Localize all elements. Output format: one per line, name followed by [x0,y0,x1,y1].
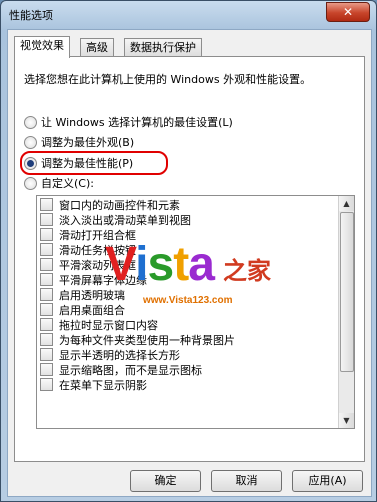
title-bar[interactable]: 性能选项 ✕ [1,1,376,27]
checkbox[interactable] [40,258,53,271]
radio-label: 调整为最佳外观(B) [41,136,135,149]
checkbox[interactable] [40,378,53,391]
radio-let-windows-choose[interactable]: 让 Windows 选择计算机的最佳设置(L) [24,115,233,129]
radio-label: 自定义(C): [41,177,94,190]
radio-button-icon[interactable] [24,135,37,149]
scroll-up-icon[interactable]: ▲ [339,196,354,211]
radio-button-icon[interactable] [24,115,37,129]
visual-effects-panel: 选择您想在此计算机上使用的 Windows 外观和性能设置。 让 Windows… [14,56,365,462]
window-title: 性能选项 [9,9,53,22]
panel-description: 选择您想在此计算机上使用的 Windows 外观和性能设置。 [24,73,312,86]
watermark-brand: Vista [105,237,215,292]
list-item-label: 显示缩略图，而不是显示图标 [59,363,202,377]
checkbox[interactable] [40,363,53,376]
list-item-label: 淡入淡出或滑动菜单到视图 [59,213,191,227]
scroll-thumb[interactable] [340,212,354,372]
tab-advanced[interactable]: 高级 [80,38,114,57]
checkbox[interactable] [40,288,53,301]
close-button[interactable]: ✕ [326,2,370,22]
watermark-letter: a [188,238,215,291]
checkbox[interactable] [40,333,53,346]
radio-best-appearance[interactable]: 调整为最佳外观(B) [24,135,134,149]
checkbox[interactable] [40,243,53,256]
list-item[interactable]: 显示缩略图，而不是显示图标 [37,362,202,377]
radio-custom[interactable]: 自定义(C): [24,176,94,190]
list-item-label: 窗口内的动画控件和元素 [59,198,180,212]
watermark-letter: t [173,238,189,291]
watermark-suffix: 之家 [223,257,271,285]
list-item-label: 为每种文件夹类型使用一种背景图片 [59,333,235,347]
watermark-url: www.Vista123.com [143,295,233,306]
watermark-letter: i [135,238,148,291]
list-item-label: 在菜单下显示阴影 [59,378,147,392]
checkbox[interactable] [40,303,53,316]
watermark-letter: V [105,238,136,291]
radio-label: 让 Windows 选择计算机的最佳设置(L) [41,116,233,129]
dialog-client-area: 视觉效果 高级 数据执行保护 选择您想在此计算机上使用的 Windows 外观和… [7,29,372,497]
red-highlight-circle [20,151,168,175]
list-item[interactable]: 窗口内的动画控件和元素 [37,197,180,212]
watermark-letter: s [147,238,175,291]
list-item[interactable]: 显示半透明的选择长方形 [37,347,180,362]
list-item-label: 显示半透明的选择长方形 [59,348,180,362]
checkbox[interactable] [40,273,53,286]
apply-button[interactable]: 应用(A) [292,470,363,492]
checkbox[interactable] [40,198,53,211]
list-item[interactable]: 淡入淡出或滑动菜单到视图 [37,212,191,227]
list-scrollbar[interactable]: ▲ ▼ [338,196,354,428]
list-item[interactable]: 为每种文件夹类型使用一种背景图片 [37,332,235,347]
vista-watermark-logo: Vista 之家 www.Vista123.com [105,237,295,327]
cancel-button[interactable]: 取消 [211,470,282,492]
checkbox[interactable] [40,348,53,361]
ok-button[interactable]: 确定 [130,470,201,492]
radio-button-icon[interactable] [24,176,37,190]
checkbox[interactable] [40,318,53,331]
performance-options-window: 性能选项 ✕ 视觉效果 高级 数据执行保护 选择您想在此计算机上使用的 Wind… [0,0,377,502]
scroll-down-icon[interactable]: ▼ [339,413,354,428]
tab-data-execution-prevention[interactable]: 数据执行保护 [124,38,202,57]
tab-visual-effects[interactable]: 视觉效果 [14,36,70,58]
checkbox[interactable] [40,213,53,226]
list-item[interactable]: 在菜单下显示阴影 [37,377,147,392]
checkbox[interactable] [40,228,53,241]
